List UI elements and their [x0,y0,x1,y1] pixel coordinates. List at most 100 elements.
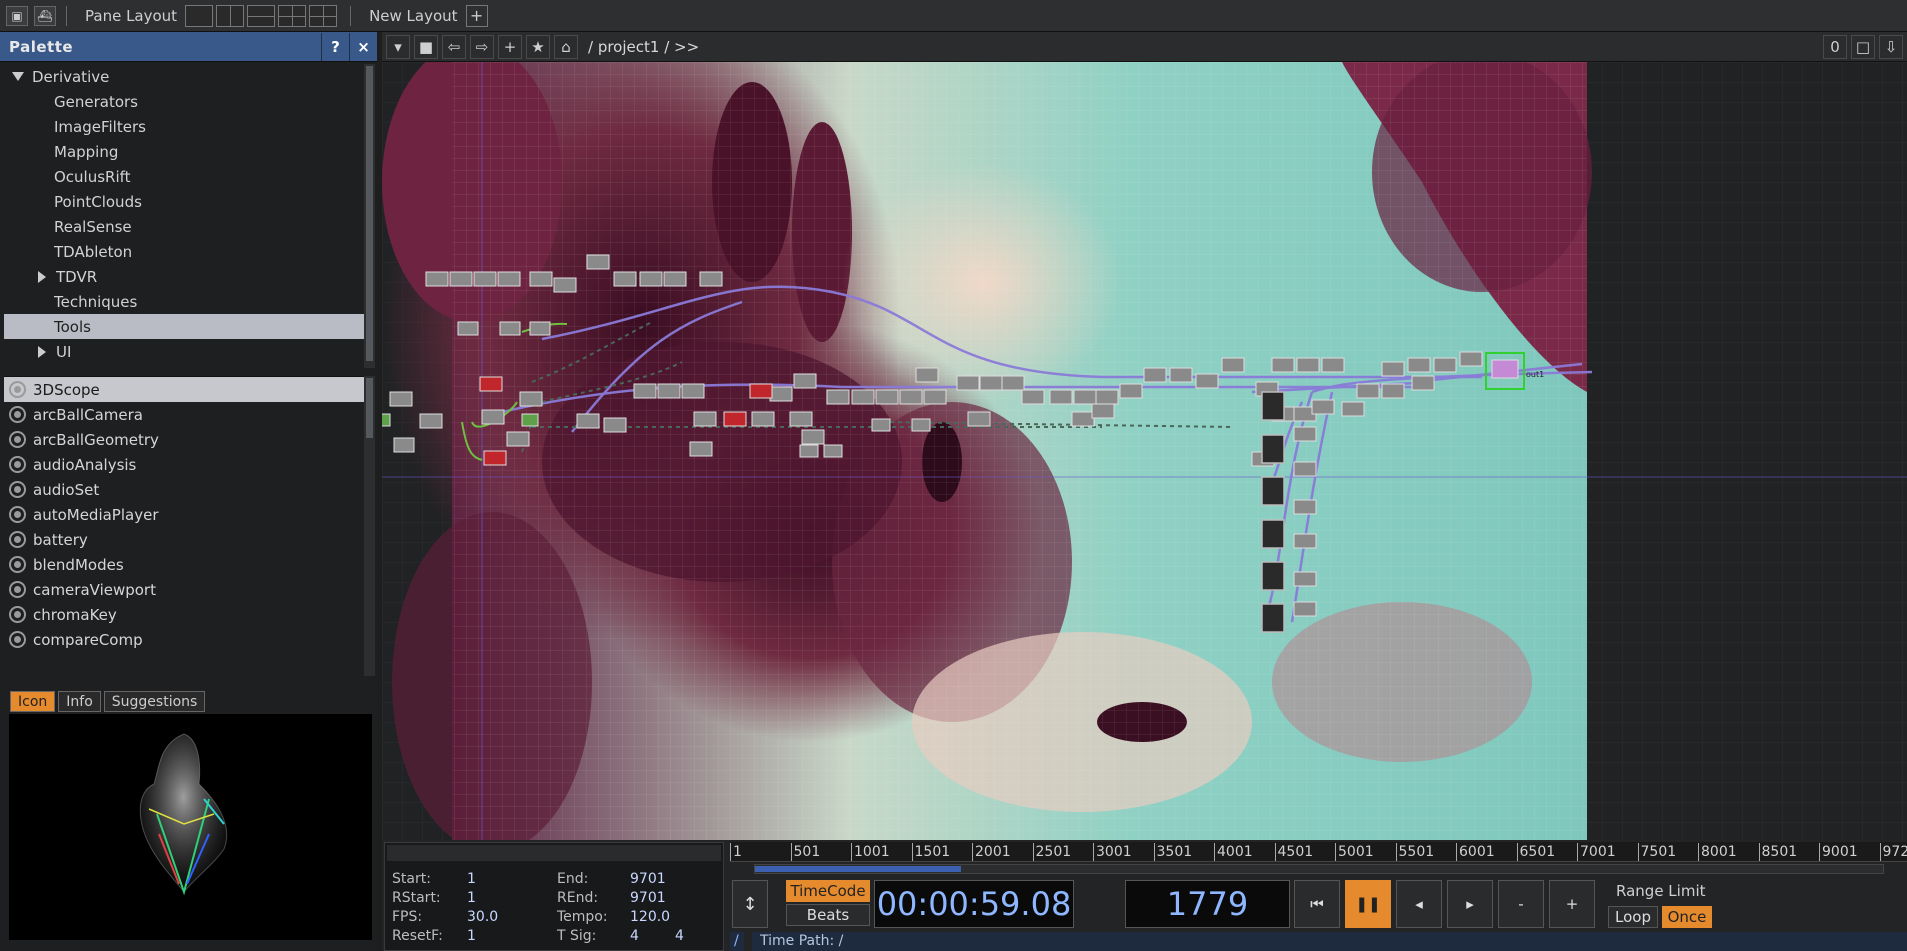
network-path[interactable]: / project1 / >> [588,38,699,56]
tree-item-tdableton[interactable]: TDAbleton [4,239,364,264]
end-label: End: [557,871,589,887]
tempo-value[interactable]: 120.0 [630,909,670,925]
step-forward-button[interactable]: ▸ [1447,880,1493,928]
palette-panel: Palette ? × Derivative Generators ImageF… [0,32,377,951]
help-button[interactable]: ? [321,32,349,61]
tree-item-imagefilters[interactable]: ImageFilters [4,114,364,139]
component-scrollbar[interactable] [364,376,375,676]
layout-vsplit-button[interactable] [216,4,245,27]
tree-item-pointclouds[interactable]: PointClouds [4,189,364,214]
output-node[interactable] [1491,359,1519,379]
tree-item-generators[interactable]: Generators [4,89,364,114]
ruler-tick: 3501 [1153,843,1192,861]
list-item[interactable]: cameraViewport [4,577,364,602]
tree-item-realsense[interactable]: RealSense [4,214,364,239]
network-canvas[interactable]: out1 [382,62,1907,840]
maximize-icon[interactable]: □ [1851,34,1875,59]
back-arrow-icon[interactable]: ⇦ [442,34,466,59]
step-minus-button[interactable]: - [1498,880,1544,928]
rend-value[interactable]: 9701 [630,890,666,906]
timeline-ruler[interactable]: 1 501 1001 1501 2001 2501 3001 3501 4001 4501 5001… [730,842,1907,862]
triangle-right-icon[interactable] [38,270,46,283]
beats-toggle[interactable]: Beats [786,904,870,926]
star-icon[interactable]: ★ [526,34,550,59]
list-item[interactable]: chromaKey [4,602,364,627]
pause-button[interactable]: ❚❚ [1345,880,1391,928]
ruler-tick: 972 [1879,843,1907,861]
forward-arrow-icon[interactable]: ⇨ [470,34,494,59]
timecode-display[interactable]: 00:00:59.08 [874,880,1074,928]
pin-icon[interactable]: ⇩ [1879,34,1903,59]
image-icon[interactable]: ▣ [6,5,28,26]
component-icon [9,506,26,523]
component-icon [9,456,26,473]
tree-item-derivative[interactable]: Derivative [4,64,364,89]
step-plus-button[interactable]: + [1549,880,1595,928]
list-item[interactable]: audioSet [4,477,364,502]
component-icon [9,531,26,548]
ruler-tick: 5501 [1395,843,1434,861]
tree-item-tools[interactable]: Tools [4,314,364,339]
end-value[interactable]: 9701 [630,871,666,887]
rstart-value[interactable]: 1 [467,890,476,906]
layout-three-button[interactable] [278,4,307,27]
ruler-tick: 9001 [1819,843,1858,861]
new-layout-label: New Layout [369,6,458,25]
tree-item-oculusrift[interactable]: OculusRift [4,164,364,189]
resetf-value[interactable]: 1 [467,928,476,944]
list-item[interactable]: arcBallCamera [4,402,364,427]
tree-item-techniques[interactable]: Techniques [4,289,364,314]
stop-icon[interactable]: ■ [414,34,438,59]
counter-display[interactable]: 0 [1823,34,1847,59]
palette-title: Palette [9,37,74,56]
triangle-right-icon[interactable] [38,345,46,358]
tab-suggestions[interactable]: Suggestions [103,691,206,712]
close-button[interactable]: × [349,32,377,61]
network-editor[interactable]: out1 [382,62,1907,840]
tree-scrollbar[interactable] [364,64,375,368]
tree-item-tdvr[interactable]: TDVR [4,264,364,289]
tsig-numerator[interactable]: 4 [630,928,639,944]
list-item[interactable]: 3DScope [4,377,364,402]
rend-label: REnd: [557,890,599,906]
list-item[interactable]: arcBallGeometry [4,427,364,452]
timeline-expand-button[interactable]: ↕ [732,880,768,928]
tsig-denominator[interactable]: 4 [675,928,684,944]
tree-item-ui[interactable]: UI [4,339,364,364]
list-item[interactable]: autoMediaPlayer [4,502,364,527]
pane-layout-label: Pane Layout [85,6,178,25]
layout-quad-button[interactable] [309,4,338,27]
component-label: compareComp [33,630,143,649]
layout-single-button[interactable] [185,4,214,27]
new-layout-button[interactable]: + [465,4,488,27]
timecode-toggle[interactable]: TimeCode [786,880,870,902]
once-toggle[interactable]: Once [1662,906,1712,928]
timeline-scrubber[interactable] [754,864,1884,874]
step-back-button[interactable]: ◂ [1396,880,1442,928]
component-label: audioAnalysis [33,455,137,474]
list-item[interactable]: battery [4,527,364,552]
list-item[interactable]: blendModes [4,552,364,577]
fps-value[interactable]: 30.0 [467,909,498,925]
rewind-button[interactable]: ⏮ [1294,880,1340,928]
play-backward-icon: ◂ [1415,895,1423,913]
start-value[interactable]: 1 [467,871,476,887]
frame-display[interactable]: 1779 [1125,880,1290,928]
layout-hsplit-button[interactable] [247,4,276,27]
tree-item-mapping[interactable]: Mapping [4,139,364,164]
ruler-tick: 3001 [1093,843,1132,861]
loop-toggle[interactable]: Loop [1608,906,1658,928]
component-preview [9,714,372,940]
ship-icon[interactable]: ⛴ [34,5,56,26]
home-icon[interactable]: ⌂ [554,34,578,59]
add-icon[interactable]: + [498,34,522,59]
list-item[interactable]: compareComp [4,627,364,652]
chevron-down-icon[interactable]: ▾ [386,34,410,59]
palette-header: Palette ? × [0,32,377,62]
list-item[interactable]: audioAnalysis [4,452,364,477]
tab-info[interactable]: Info [58,691,101,712]
triangle-down-icon[interactable] [12,72,24,81]
tree-item-label: Techniques [54,292,138,311]
tab-icon[interactable]: Icon [10,691,56,712]
background-image [382,62,1592,840]
